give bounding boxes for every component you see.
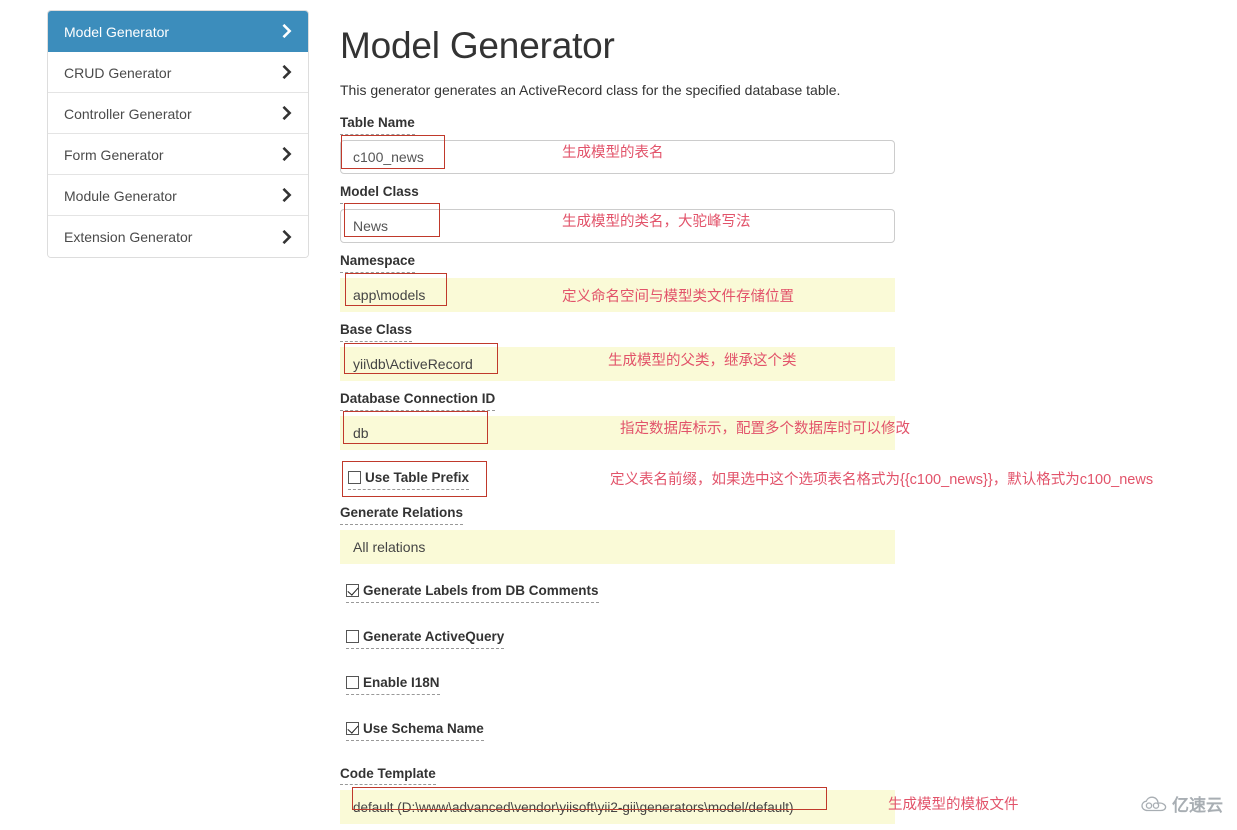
code-template-select[interactable]: default (D:\www\advanced\vendor\yiisoft\… xyxy=(340,790,895,825)
annotation-text-use-table-prefix: 定义表名前缀，如果选中这个选项表名格式为{{c100_news}}，默认格式为c… xyxy=(610,471,1154,488)
sidebar-item-model-generator[interactable]: Model Generator xyxy=(48,11,308,52)
namespace-value: app\models xyxy=(353,286,426,303)
use-table-prefix-label: Use Table Prefix xyxy=(365,469,470,485)
field-group-use-schema-name: Use Schema Name xyxy=(340,720,1237,741)
code-template-label: Code Template xyxy=(340,766,436,786)
generate-relations-label: Generate Relations xyxy=(340,505,464,525)
table-name-label: Table Name xyxy=(340,115,415,136)
table-name-value: c100_news xyxy=(353,149,424,166)
model-class-label: Model Class xyxy=(340,184,419,205)
sidebar-item-label: Controller Generator xyxy=(64,105,192,122)
checkbox-indicator-unchecked xyxy=(346,675,359,689)
chevron-right-icon xyxy=(280,106,294,120)
sidebar-item-form-generator[interactable]: Form Generator xyxy=(48,134,308,175)
generate-relations-value: All relations xyxy=(353,538,426,555)
chevron-right-icon xyxy=(280,65,294,79)
field-group-db-connection-id: Database Connection ID db 指定数据库标示，配置多个数据… xyxy=(340,390,1237,450)
cloud-icon xyxy=(1141,796,1167,812)
use-schema-name-checkbox[interactable]: Use Schema Name xyxy=(346,720,1237,741)
base-class-label: Base Class xyxy=(340,322,413,342)
base-class-value: yii\db\ActiveRecord xyxy=(353,355,473,372)
generate-labels-checkbox[interactable]: Generate Labels from DB Comments xyxy=(346,582,1237,603)
enable-i18n-checkbox[interactable]: Enable I18N xyxy=(346,674,1237,695)
annotation-text-db-connection-id: 指定数据库标示，配置多个数据库时可以修改 xyxy=(620,420,910,437)
chevron-right-icon xyxy=(280,147,294,161)
sidebar-item-crud-generator[interactable]: CRUD Generator xyxy=(48,52,308,93)
annotation-text-code-template: 生成模型的模板文件 xyxy=(888,796,1019,813)
field-group-enable-i18n: Enable I18N xyxy=(340,674,1237,695)
db-connection-id-label: Database Connection ID xyxy=(340,391,496,411)
sidebar-item-label: Extension Generator xyxy=(64,228,193,245)
sidebar-item-label: Model Generator xyxy=(64,23,170,40)
field-group-code-template: Code Template default (D:\www\advanced\v… xyxy=(340,765,1237,825)
annotation-text-base-class: 生成模型的父类，继承这个类 xyxy=(608,352,797,369)
generate-activequery-checkbox[interactable]: Generate ActiveQuery xyxy=(346,628,1237,649)
field-group-table-name: Table Name c100_news 生成模型的表名 xyxy=(340,114,1237,175)
enable-i18n-label: Enable I18N xyxy=(363,674,440,690)
field-group-generate-activequery: Generate ActiveQuery xyxy=(340,628,1237,649)
namespace-label: Namespace xyxy=(340,253,416,273)
checkbox-indicator-unchecked xyxy=(348,470,361,484)
watermark-text: 亿速云 xyxy=(1172,796,1223,815)
chevron-right-icon xyxy=(280,229,294,244)
sidebar-item-extension-generator[interactable]: Extension Generator xyxy=(48,216,308,257)
model-class-value: News xyxy=(353,218,389,235)
sidebar-item-label: CRUD Generator xyxy=(64,64,172,81)
generate-activequery-label: Generate ActiveQuery xyxy=(363,628,505,644)
field-group-base-class: Base Class yii\db\ActiveRecord 生成模型的父类，继… xyxy=(340,321,1237,381)
checkbox-indicator-checked xyxy=(346,583,359,597)
sidebar-item-module-generator[interactable]: Module Generator xyxy=(48,175,308,216)
sidebar-item-controller-generator[interactable]: Controller Generator xyxy=(48,93,308,134)
sidebar-item-label: Module Generator xyxy=(64,187,177,204)
use-table-prefix-checkbox[interactable]: Use Table Prefix xyxy=(348,469,470,490)
sidebar-item-label: Form Generator xyxy=(64,146,164,163)
annotation-text-table-name: 生成模型的表名 xyxy=(562,145,664,162)
watermark: 亿速云 xyxy=(1141,791,1223,816)
generate-relations-select[interactable]: All relations xyxy=(340,529,895,564)
page-title: Model Generator xyxy=(340,25,615,66)
app-root: Model Generator CRUD Generator Controlle… xyxy=(0,0,1237,830)
checkbox-indicator-unchecked xyxy=(346,629,359,643)
generator-sidebar: Model Generator CRUD Generator Controlle… xyxy=(47,10,309,258)
field-group-model-class: Model Class News 生成模型的类名，大驼峰写法 xyxy=(340,183,1237,244)
field-group-use-table-prefix: Use Table Prefix 定义表名前缀，如果选中这个选项表名格式为{{c… xyxy=(340,460,1237,497)
use-schema-name-label: Use Schema Name xyxy=(363,720,484,736)
code-template-value: default (D:\www\advanced\vendor\yiisoft\… xyxy=(353,800,794,816)
annotation-text-namespace: 定义命名空间与模型类文件存储位置 xyxy=(562,289,794,306)
chevron-right-icon xyxy=(280,24,294,38)
checkbox-indicator-checked xyxy=(346,721,359,735)
generator-form-panel: Model Generator This generator generates… xyxy=(340,0,1237,830)
chevron-right-icon xyxy=(280,188,294,202)
field-group-namespace: Namespace app\models 定义命名空间与模型类文件存储位置 xyxy=(340,252,1237,312)
field-group-generate-labels: Generate Labels from DB Comments xyxy=(340,582,1237,603)
annotation-text-model-class: 生成模型的类名，大驼峰写法 xyxy=(562,214,751,231)
page-description: This generator generates an ActiveRecord… xyxy=(340,81,841,98)
db-connection-id-value: db xyxy=(353,424,369,441)
generate-labels-label: Generate Labels from DB Comments xyxy=(363,582,599,598)
field-group-generate-relations: Generate Relations All relations xyxy=(340,504,1237,564)
